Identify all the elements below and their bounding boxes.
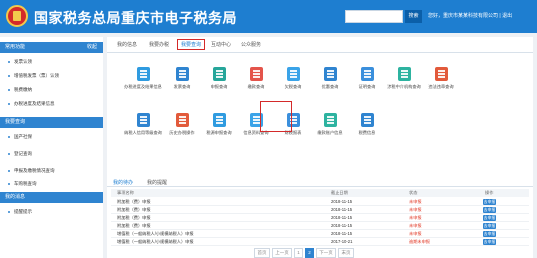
- top-tabs: 我的信息 我要办税 我要查询 互动中心 公众服务: [107, 37, 533, 53]
- sidebar-item[interactable]: 税费缴纳: [0, 84, 103, 95]
- grid-item-history[interactable]: 历史办税操作: [162, 113, 202, 151]
- search-button[interactable]: 搜索: [405, 10, 422, 23]
- declare-button[interactable]: 去申报: [483, 223, 496, 229]
- grid-item-agency[interactable]: 涉税中介机构查询: [384, 67, 424, 105]
- grid-item-declare[interactable]: 申报查询: [199, 67, 239, 105]
- grid-item-certificate[interactable]: 证明查询: [347, 67, 387, 105]
- table-row: 附加税（费）申报 2018-11-15 未申报 去申报: [111, 198, 529, 206]
- tab-todo[interactable]: 我的待办: [113, 179, 133, 186]
- highlight-box: [260, 101, 292, 132]
- tab-interaction[interactable]: 互动中心: [211, 41, 231, 48]
- payment-icon: [250, 67, 263, 81]
- source-icon: [213, 113, 226, 127]
- agency-icon: [398, 67, 411, 81]
- violation-icon: [435, 67, 448, 81]
- sidebar-item[interactable]: 国产社保: [0, 131, 103, 142]
- grid-item-progress[interactable]: 办税进度及结果信息: [123, 67, 163, 105]
- account-icon: [324, 113, 337, 127]
- sidebar-item[interactable]: 提醒提示: [0, 206, 103, 217]
- main-panel: 我的信息 我要办税 我要查询 互动中心 公众服务 办税进度及结果信息 发票查询 …: [107, 37, 533, 258]
- preferential-icon: [324, 67, 337, 81]
- tab-query[interactable]: 我要查询: [177, 39, 206, 50]
- tax-emblem-icon: [6, 5, 28, 27]
- tab-reminders[interactable]: 我的提醒: [147, 179, 167, 186]
- tab-my-info[interactable]: 我的信息: [117, 41, 137, 48]
- table-row: 附加税（费）申报 2018-11-15 未申报 去申报: [111, 214, 529, 222]
- grid-item-taxinfo[interactable]: 税费信息: [347, 113, 387, 151]
- arrears-icon: [287, 67, 300, 81]
- next-page-button[interactable]: 下一页: [316, 248, 336, 258]
- grid-item-payment[interactable]: 缴款查询: [236, 67, 276, 105]
- site-title: 国家税务总局重庆市电子税务局: [34, 10, 237, 26]
- sidebar-section-query[interactable]: 我要查询: [0, 117, 103, 128]
- sidebar-item[interactable]: 增值税发票（票）认领: [0, 70, 103, 81]
- certificate-icon: [361, 67, 374, 81]
- tab-do-tax[interactable]: 我要办税: [149, 41, 169, 48]
- declare-button[interactable]: 去申报: [483, 215, 496, 221]
- grid-item-preferential[interactable]: 优惠查询: [310, 67, 350, 105]
- grid-item-violation[interactable]: 违法违章查询: [421, 67, 461, 105]
- table-header: 事项名称 截止日期 状态 操作: [111, 189, 529, 197]
- declare-button[interactable]: 去申报: [483, 207, 496, 213]
- history-icon: [176, 113, 189, 127]
- table-row: 附加税（费）申报 2018-11-15 未申报 去申报: [111, 206, 529, 214]
- declare-button[interactable]: 去申报: [483, 231, 496, 237]
- declare-icon: [213, 67, 226, 81]
- sidebar: 常用功能 收起 发票认领 增值税发票（票）认领 税费缴纳 办税进度及结果信息 我…: [0, 37, 103, 258]
- declare-button[interactable]: 去申报: [483, 239, 496, 245]
- page-2-button[interactable]: 2: [305, 248, 314, 258]
- sidebar-section-common[interactable]: 常用功能 收起: [0, 42, 103, 53]
- progress-icon: [137, 67, 150, 81]
- grid-item-invoice[interactable]: 发票查询: [162, 67, 202, 105]
- todo-tabs: 我的待办 我的提醒: [107, 177, 533, 187]
- tax-info-icon: [361, 113, 374, 127]
- sidebar-item[interactable]: 办税进度及结果信息: [0, 98, 103, 109]
- sidebar-item[interactable]: 申报及缴税情况查询: [0, 165, 103, 176]
- prev-page-button[interactable]: 上一页: [272, 248, 292, 258]
- declare-button[interactable]: 去申报: [483, 199, 496, 205]
- grid-item-arrears[interactable]: 欠税查询: [273, 67, 313, 105]
- top-header: 国家税务总局重庆市电子税务局 搜索 您好，重庆市某某科技有限公司 | 退出: [0, 0, 537, 33]
- grid-item-source[interactable]: 税源申报查询: [199, 113, 239, 151]
- grid-item-account[interactable]: 缴款账户信息: [310, 113, 350, 151]
- table-row: 增值税（一般纳税人/小规模纳税人）申报 2018-11-15 未申报 去申报: [111, 230, 529, 238]
- sidebar-section-messages[interactable]: 我的消息: [0, 192, 103, 203]
- sidebar-item[interactable]: 发票认领: [0, 56, 103, 67]
- invoice-icon: [176, 67, 189, 81]
- table-row: 附加税（费）申报 2018-11-15 未申报 去申报: [111, 222, 529, 230]
- user-info[interactable]: 您好，重庆市某某科技有限公司 | 退出: [428, 12, 512, 19]
- tab-public-service[interactable]: 公众服务: [241, 41, 261, 48]
- search-input[interactable]: [345, 10, 403, 23]
- sidebar-item[interactable]: 登记查询: [0, 148, 103, 159]
- table-row: 增值税（一般纳税人/小规模纳税人）申报 2017-10-21 逾期未申报 去申报: [111, 238, 529, 246]
- first-page-button[interactable]: 首页: [254, 248, 270, 258]
- collapse-toggle[interactable]: 收起: [87, 42, 97, 53]
- grid-item-credit[interactable]: 纳税人信用等级查询: [123, 113, 163, 151]
- page-1-button[interactable]: 1: [294, 248, 303, 258]
- last-page-button[interactable]: 末页: [338, 248, 354, 258]
- sidebar-item[interactable]: 车购税查询: [0, 178, 103, 189]
- credit-icon: [137, 113, 150, 127]
